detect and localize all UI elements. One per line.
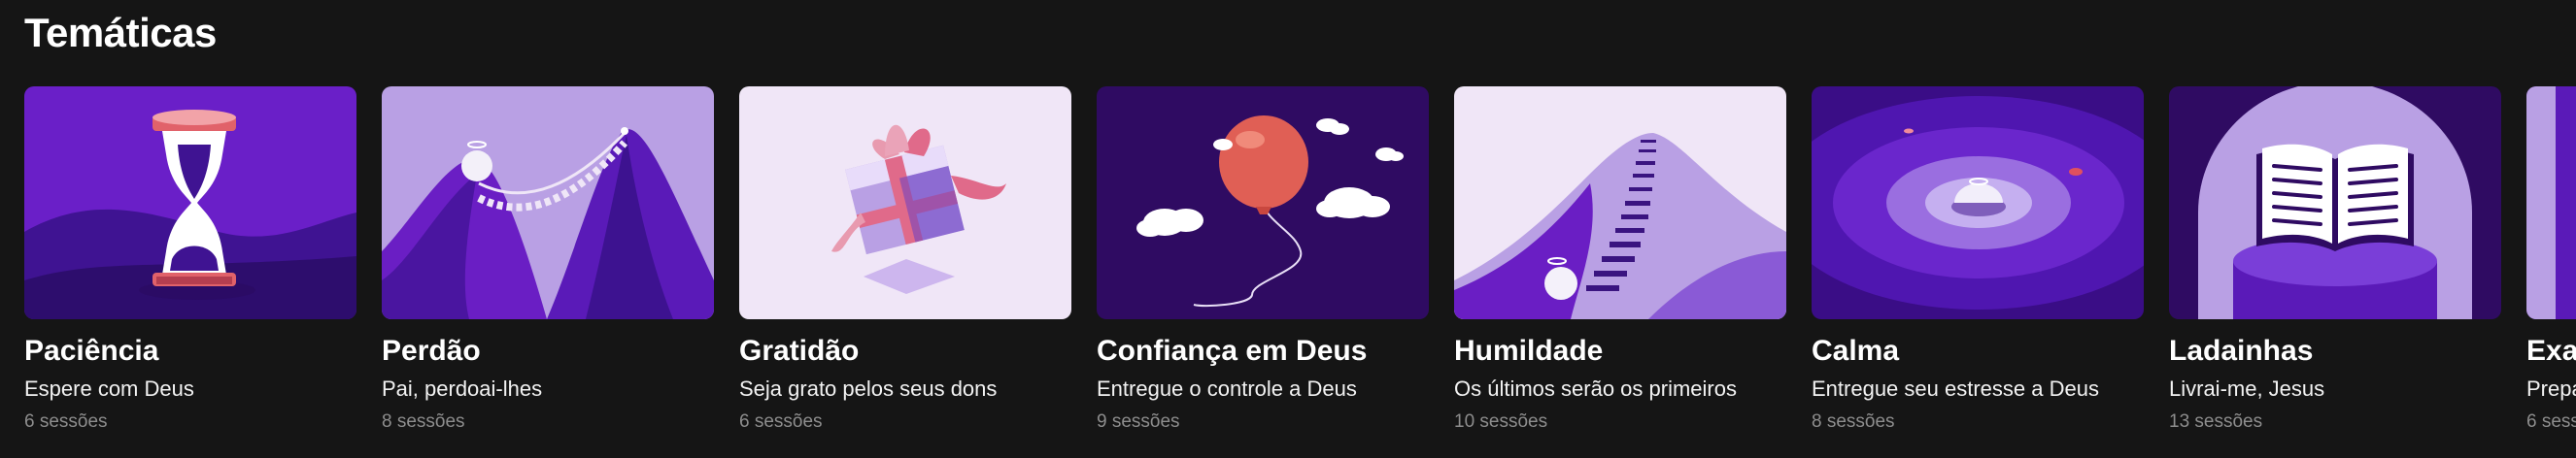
card-subtitle: Livrai-me, Jesus xyxy=(2169,376,2325,401)
topics-carousel[interactable]: Paciência Espere com Deus 6 sessões Perd… xyxy=(24,86,2576,458)
card-title: Gratidão xyxy=(739,335,860,367)
calm-ripple-icon xyxy=(1812,86,2144,319)
topic-card-partial[interactable]: Exa Prepa 6 sess xyxy=(2526,86,2576,434)
topic-card-confianca-em-deus[interactable]: Confiança em Deus Entregue o controle a … xyxy=(1097,86,1429,434)
section-title: Temáticas xyxy=(24,10,217,55)
topic-card-gratidao[interactable]: Gratidão Seja grato pelos seus dons 6 se… xyxy=(739,86,1071,434)
card-subtitle: Entregue o controle a Deus xyxy=(1097,376,1357,401)
card-subtitle: Seja grato pelos seus dons xyxy=(739,376,998,401)
card-session-count: 9 sessões xyxy=(1097,411,1180,432)
card-title: Ladainhas xyxy=(2169,335,2314,367)
card-title: Humildade xyxy=(1454,335,1604,367)
topic-card-calma[interactable]: Calma Entregue seu estresse a Deus 8 ses… xyxy=(1812,86,2144,434)
rope-bridge-icon xyxy=(382,86,714,319)
card-session-count: 13 sessões xyxy=(2169,411,2263,432)
staircase-icon xyxy=(1454,86,1786,319)
card-title: Confiança em Deus xyxy=(1097,335,1368,367)
gift-box-icon xyxy=(739,86,1071,319)
card-session-count: 6 sessões xyxy=(739,411,823,432)
card-title: Calma xyxy=(1812,335,1900,367)
card-title: Perdão xyxy=(382,335,481,367)
balloon-icon xyxy=(1097,86,1429,319)
card-subtitle: Pai, perdoai-lhes xyxy=(382,376,543,401)
card-title: Exa xyxy=(2526,335,2576,367)
card-subtitle: Prepa xyxy=(2526,376,2576,401)
card-thumbnail xyxy=(2526,86,2576,319)
topic-card-humildade[interactable]: Humildade Os últimos serão os primeiros … xyxy=(1454,86,1786,434)
card-session-count: 6 sessões xyxy=(24,411,108,432)
open-bible-icon xyxy=(2169,86,2501,319)
topic-card-ladainhas[interactable]: Ladainhas Livrai-me, Jesus 13 sessões xyxy=(2169,86,2501,434)
card-title: Paciência xyxy=(24,335,159,367)
card-session-count: 8 sessões xyxy=(382,411,465,432)
topic-card-perdao[interactable]: Perdão Pai, perdoai-lhes 8 sessões xyxy=(382,86,714,434)
card-subtitle: Entregue seu estresse a Deus xyxy=(1812,376,2099,401)
card-session-count: 10 sessões xyxy=(1454,411,1548,432)
card-session-count: 8 sessões xyxy=(1812,411,1895,432)
card-session-count: 6 sess xyxy=(2526,411,2576,432)
hourglass-icon xyxy=(24,86,356,319)
topic-card-paciencia[interactable]: Paciência Espere com Deus 6 sessões xyxy=(24,86,356,434)
card-subtitle: Os últimos serão os primeiros xyxy=(1454,376,1737,401)
card-subtitle: Espere com Deus xyxy=(24,376,194,401)
